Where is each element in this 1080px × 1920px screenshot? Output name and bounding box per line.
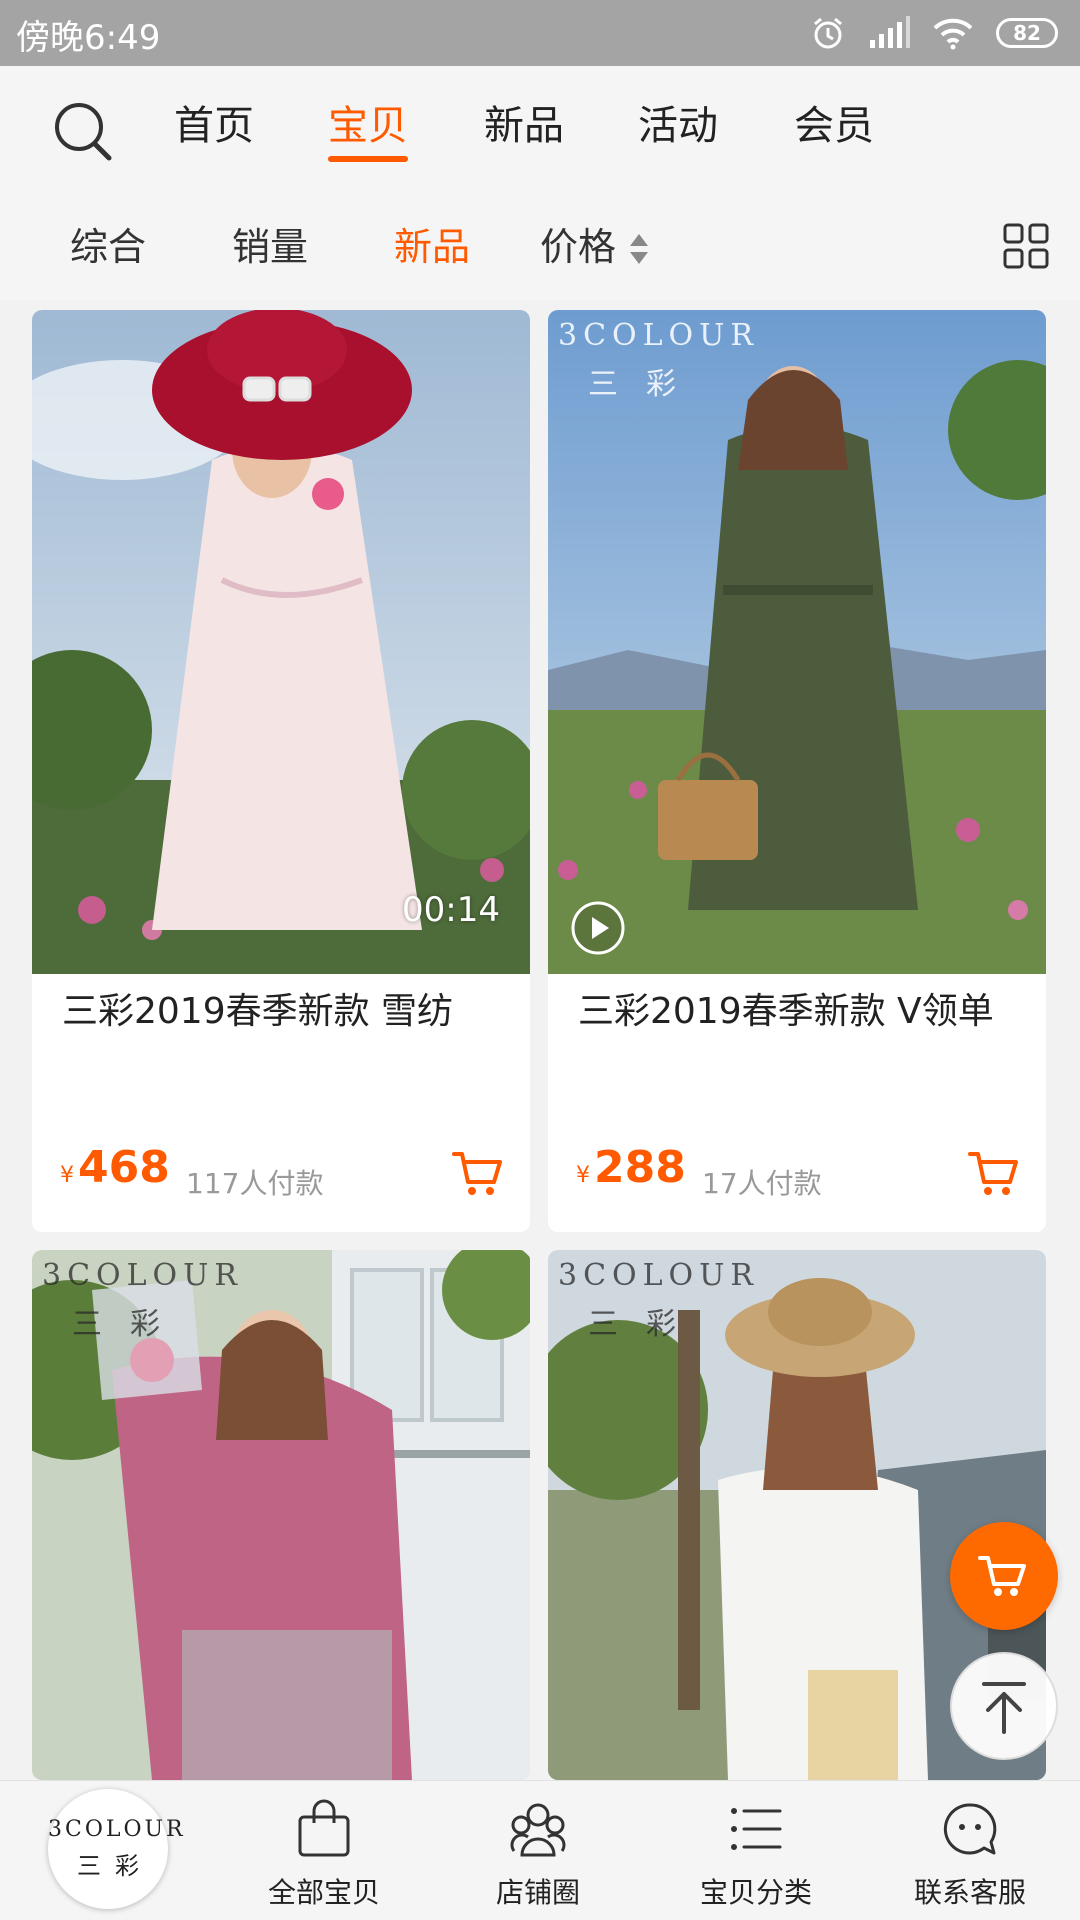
product-price: ¥288 — [576, 1142, 686, 1193]
top-nav: 首页 宝贝 新品 活动 会员 — [0, 66, 1080, 192]
alarm-icon — [814, 17, 842, 49]
price-value: 468 — [78, 1142, 170, 1193]
tab-new-arrivals[interactable]: 新品 — [484, 96, 564, 156]
price-value: 288 — [594, 1142, 686, 1193]
product-card[interactable]: 00:14 三彩2019春季新款 雪纺 ¥468 117人付款 — [32, 310, 530, 1232]
brand-watermark: 3COLOUR 三彩 — [558, 318, 759, 403]
currency-symbol: ¥ — [576, 1163, 590, 1188]
status-time: 傍晚6:49 — [16, 18, 161, 58]
sort-sales[interactable]: 销量 — [232, 222, 308, 272]
brand-watermark-cn: 三彩 — [72, 1307, 188, 1342]
tab-label: 全部宝贝 — [267, 1876, 380, 1909]
sort-arrows-icon[interactable] — [628, 232, 650, 266]
shop-logo-cn: 三彩 — [77, 1852, 153, 1880]
product-title: 三彩2019春季新款 V领单 — [578, 991, 994, 1032]
product-title: 三彩2019春季新款 雪纺 — [62, 991, 454, 1032]
tab-categories[interactable]: 宝贝分类 — [666, 1799, 846, 1911]
play-icon[interactable] — [570, 900, 626, 956]
chat-face-icon — [943, 1803, 997, 1855]
tab-membership[interactable]: 会员 — [794, 96, 874, 156]
brand-watermark-cn: 三彩 — [588, 367, 704, 402]
tab-events[interactable]: 活动 — [638, 96, 718, 156]
sort-comprehensive[interactable]: 综合 — [70, 222, 146, 272]
tab-all-products[interactable]: 全部宝贝 — [234, 1799, 414, 1911]
wifi-icon — [933, 18, 973, 50]
search-icon[interactable] — [52, 100, 116, 164]
tab-customer-service[interactable]: 联系客服 — [880, 1799, 1060, 1911]
battery-indicator: 82 — [996, 18, 1058, 48]
video-duration: 00:14 — [402, 890, 500, 930]
tab-shop-circle[interactable]: 店铺圈 — [448, 1799, 628, 1911]
brand-watermark-en: 3COLOUR — [558, 318, 760, 353]
brand-watermark-en: 3COLOUR — [42, 1258, 244, 1293]
brand-watermark: 3COLOUR 三彩 — [558, 1258, 759, 1343]
sales-count: 117人付款 — [186, 1167, 324, 1200]
grid-view-icon[interactable] — [1002, 222, 1050, 270]
add-to-cart-icon[interactable] — [452, 1148, 504, 1198]
brand-watermark-en: 3COLOUR — [558, 1258, 760, 1293]
shop-logo-en: 3COLOUR — [48, 1817, 186, 1842]
status-bar: 傍晚6:49 82 — [0, 0, 1080, 66]
community-icon — [510, 1803, 566, 1857]
status-icons: 82 — [810, 12, 1058, 54]
add-to-cart-icon[interactable] — [968, 1148, 1020, 1198]
sales-count: 17人付款 — [702, 1167, 822, 1200]
tab-label: 店铺圈 — [495, 1876, 580, 1909]
product-image — [32, 310, 530, 974]
sort-new[interactable]: 新品 — [394, 222, 470, 272]
tab-label: 联系客服 — [913, 1876, 1026, 1909]
tab-label: 宝贝分类 — [699, 1876, 812, 1909]
list-icon — [731, 1808, 782, 1850]
sort-price[interactable]: 价格 — [540, 222, 616, 272]
shopping-bag-icon — [298, 1799, 350, 1857]
brand-watermark-cn: 三彩 — [588, 1307, 704, 1342]
shop-logo[interactable]: 3COLOUR 三彩 — [48, 1789, 186, 1909]
tab-home[interactable]: 首页 — [174, 96, 254, 156]
product-image — [548, 310, 1046, 974]
brand-watermark: 3COLOUR 三彩 — [42, 1258, 243, 1343]
floating-cart-button[interactable] — [950, 1522, 1058, 1630]
cart-icon — [978, 1556, 1026, 1596]
product-price: ¥468 — [60, 1142, 170, 1193]
currency-symbol: ¥ — [60, 1163, 74, 1188]
bottom-bar: 3COLOUR 三彩 全部宝贝 店铺圈 宝贝分类 联系客服 — [0, 1780, 1080, 1920]
product-card[interactable]: 3COLOUR 三彩 三彩2019春季新款 V领单 ¥288 17人付款 — [548, 310, 1046, 1232]
tab-products[interactable]: 宝贝 — [328, 96, 408, 156]
back-to-top-button[interactable] — [950, 1652, 1058, 1760]
signal-icon — [870, 16, 910, 48]
product-card[interactable]: 3COLOUR 三彩 — [32, 1250, 530, 1780]
arrow-up-icon — [982, 1682, 1026, 1734]
sort-bar: 综合 销量 新品 价格 — [0, 192, 1080, 300]
active-tab-indicator — [328, 156, 408, 162]
